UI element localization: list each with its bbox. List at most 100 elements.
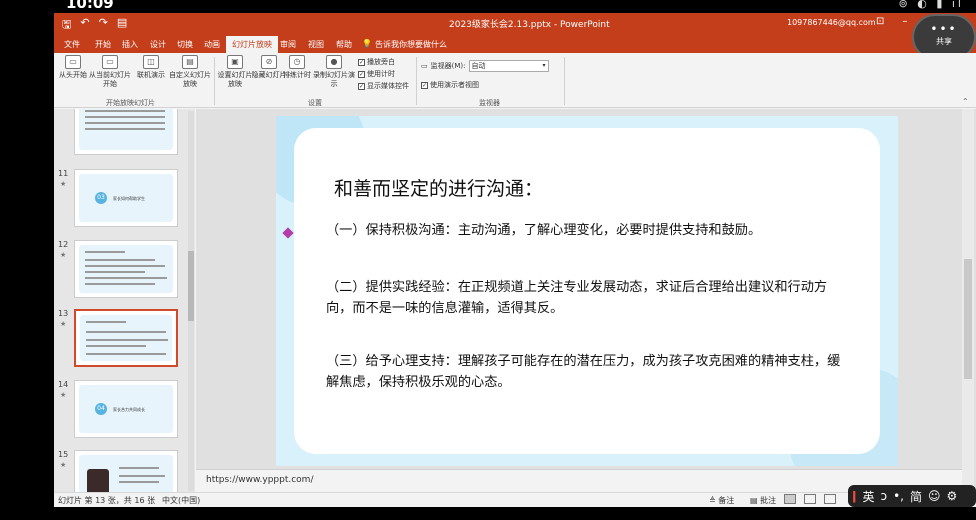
thumbnail-number: 14 [58,380,69,389]
text-line [86,353,166,355]
text-line [119,467,159,469]
slide-thumbnail[interactable] [74,450,178,492]
show-media-controls-checkbox[interactable]: ✓ 显示媒体控件 [358,81,409,91]
section-title: 家长合力共同成长 [113,407,145,412]
ime-logo-icon: ǀ [852,489,857,503]
ime-toolbar: ǀ 英 ↄ •, 简 ☺ ⚙ [848,485,976,507]
tab-review[interactable]: 审阅 [280,39,296,50]
present-online-button[interactable]: ◫ 联机演示 [132,55,170,80]
photo-image [87,469,109,492]
animation-star-icon: ★ [60,461,67,469]
ime-emoji-icon[interactable]: ☺ [928,489,941,503]
hide-slide-icon: ⊘ [261,55,277,69]
text-line [85,271,145,273]
rehearse-timings-button[interactable]: ◷ 排练计时 [278,55,316,80]
start-group-label: 开始放映幻灯片 [106,99,155,107]
tab-help[interactable]: 帮助 [336,39,352,50]
slide-thumbnail[interactable] [74,109,178,155]
ribbon-display-icon[interactable]: ⊡ [876,16,884,27]
tell-me-box[interactable]: 💡 告诉我你想要做什么 [362,39,447,50]
slide-sorter-icon[interactable] [804,494,816,504]
tab-insert[interactable]: 插入 [122,39,138,50]
checkbox-checked-icon: ✓ [358,82,365,90]
ribbon-tabs: 文件 开始 插入 设计 切换 动画 幻灯片放映 审阅 视图 帮助 💡 告诉我你想… [54,33,976,53]
scrollbar-thumb[interactable] [964,259,972,379]
setup-group-label: 设置 [308,99,322,107]
screen: 10:09 ⊚ ◐ ▮ ıl 🖫 ↶ ↷ ▤ 2023级家长会2.13.pptx… [0,0,976,520]
normal-view-icon[interactable] [784,494,796,504]
slide-paragraph[interactable]: （一）保持积极沟通：主动沟通，了解心理变化，必要时提供支持和鼓励。 [326,220,846,241]
slide-canvas[interactable]: 和善而坚定的进行沟通： （一）保持积极沟通：主动沟通，了解心理变化，必要时提供支… [276,116,898,466]
table-line [85,110,165,112]
text-line [85,259,155,261]
comments-button[interactable]: ▤ 批注 [750,495,776,506]
record-show-button[interactable]: ● 录制幻灯片演示 [312,55,356,89]
play-narrations-label: 播放旁白 [367,58,395,66]
scrollbar-thumb[interactable] [188,251,194,321]
slide-thumbnail[interactable] [74,240,178,298]
tab-slide-show[interactable]: 幻灯片放映 [226,36,278,53]
share-dots-icon: ••• [930,22,958,36]
reading-view-icon[interactable] [824,494,836,504]
custom-show-button[interactable]: ▤ 自定义幻灯片放映 [168,55,212,89]
slide-paragraph[interactable]: （二）提供实践经验：在正规频道上关注专业发展动态，求证后合理给出建议和行动方向，… [326,277,846,319]
collapse-ribbon-icon[interactable]: ⌃ [962,97,969,106]
from-current-label: 从当前幻灯片开始 [89,71,131,88]
presenter-view-checkbox[interactable]: ✓ 使用演示者视图 [421,80,479,90]
slide-thumbnail[interactable]: 03 家长如何帮助学生 [74,169,178,227]
tab-transitions[interactable]: 切换 [177,39,193,50]
show-media-controls-label: 显示媒体控件 [367,82,409,90]
from-current-button[interactable]: ▭ 从当前幻灯片开始 [88,55,132,89]
from-beginning-label: 从头开始 [59,71,87,79]
stopwatch-icon: ◷ [289,55,305,69]
table-line [85,128,165,130]
ime-punctuation-icon[interactable]: •, [893,489,904,503]
minimize-icon[interactable]: – [902,16,907,27]
notes-pane[interactable]: https://www.ypppt.com/ [196,469,962,492]
ime-moon-icon[interactable]: ↄ [880,489,887,503]
text-line [86,321,126,323]
language-indicator[interactable]: 中文(中国) [162,495,200,506]
setup-show-button[interactable]: ▣ 设置幻灯片放映 [216,55,254,89]
account-email[interactable]: 1097867446@qq.com [787,18,876,27]
tab-file[interactable]: 文件 [64,39,80,50]
text-line [119,481,159,483]
lightbulb-icon: 💡 [362,39,372,48]
tab-animations[interactable]: 动画 [204,39,220,50]
notes-button[interactable]: ≜ 备注 [709,495,734,506]
text-line [86,339,168,341]
use-timings-label: 使用计时 [367,70,395,78]
ime-english-toggle[interactable]: 英 [862,488,874,505]
slide-paragraph[interactable]: （三）给予心理支持：理解孩子可能存在的潜在压力，成为孩子攻克困难的精神支柱，缓解… [326,351,846,393]
ime-settings-icon[interactable]: ⚙ [947,489,958,503]
thumbnail-number: 13 [58,309,69,318]
thumbnail-number: 12 [58,240,69,249]
thumbnail-scrollbar[interactable] [188,111,194,491]
text-line [85,265,165,267]
ime-simplified-toggle[interactable]: 简 [910,488,922,505]
editor-scrollbar[interactable] [962,109,974,492]
document-title: 2023级家长会2.13.pptx - PowerPoint [449,20,610,30]
tab-view[interactable]: 视图 [308,39,324,50]
tab-home[interactable]: 开始 [95,39,111,50]
monitor-value: 自动 [471,62,486,70]
table-line [85,122,165,124]
from-beginning-button[interactable]: ▭ 从头开始 [54,55,92,80]
slide-title[interactable]: 和善而坚定的进行沟通： [334,174,543,201]
animation-star-icon: ★ [60,320,67,328]
use-timings-checkbox[interactable]: ✓ 使用计时 [358,69,395,79]
text-line [85,251,125,253]
play-narrations-checkbox[interactable]: ✓ 播放旁白 [358,57,395,67]
animation-star-icon: ★ [60,391,67,399]
custom-show-label: 自定义幻灯片放映 [169,71,211,88]
tab-design[interactable]: 设计 [150,39,166,50]
rehearse-timings-label: 排练计时 [283,71,311,79]
slide-thumbnail[interactable]: 04 家长合力共同成长 [74,380,178,438]
slide-thumbnail-selected[interactable] [74,309,178,367]
monitor-group-label: 监视器 [479,99,500,107]
slide-counter: 幻灯片 第 13 张，共 16 张 [58,496,156,505]
monitor-select[interactable]: 自动 ▾ [468,60,549,72]
thumbnail-number: 15 [58,450,69,459]
present-online-label: 联机演示 [137,71,165,79]
monitor-label: 监视器(M): [430,62,466,70]
